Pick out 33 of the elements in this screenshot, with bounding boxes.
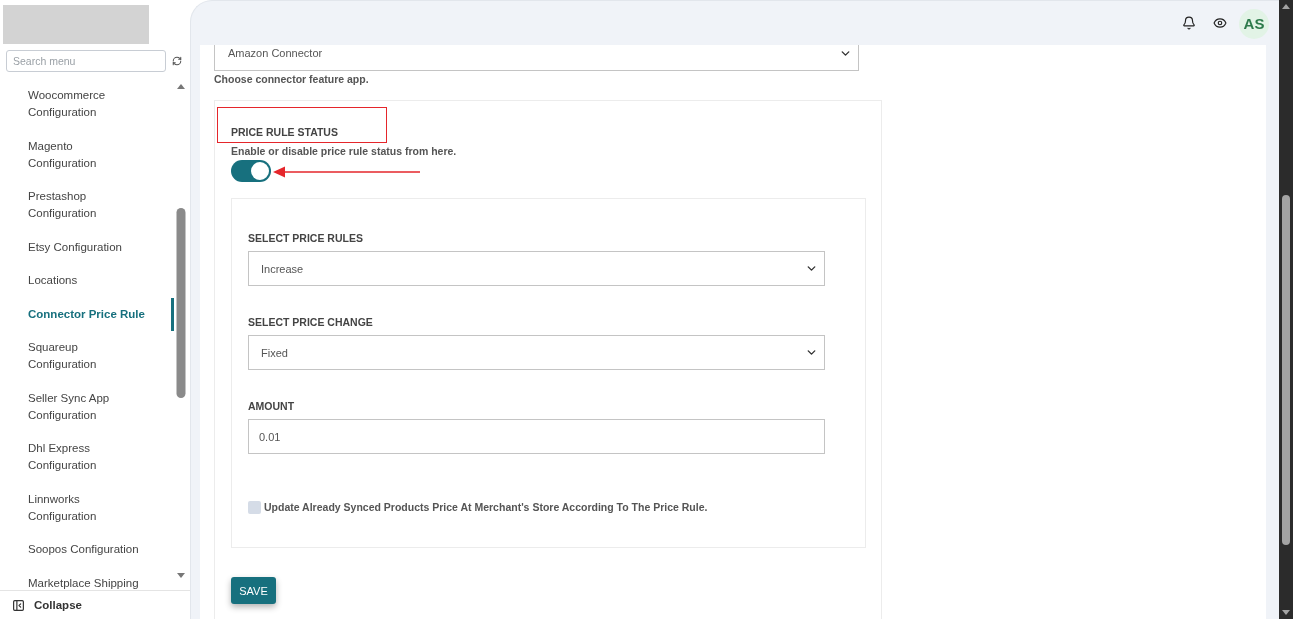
checkbox-label: Update Already Synced Products Price At Merchant's Store According To The Price Rule. [264,501,708,514]
sidebar-item[interactable]: Connector Price Rule [0,297,174,331]
save-button[interactable]: SAVE [231,577,276,604]
checkbox[interactable] [248,501,261,514]
connector-select[interactable]: Amazon Connector [214,45,859,71]
eye-icon[interactable] [1213,16,1227,30]
collapse-button[interactable]: Collapse [12,598,82,612]
field-label: SELECT PRICE RULES [248,232,363,244]
select-field[interactable]: Fixed [248,335,825,370]
section-title: PRICE RULE STATUS [231,126,338,138]
section-description: Enable or disable price rule status from here. [231,145,457,157]
sidebar-item[interactable]: Locations [0,264,174,298]
bell-icon[interactable] [1182,16,1196,30]
search-field[interactable]: Search menu [6,50,166,72]
sidebar-item[interactable]: Etsy Configuration [0,230,174,264]
field-hint: Choose connector feature app. [214,73,369,85]
panel-collapse-icon [12,598,25,612]
sidebar-item[interactable]: Soopos Configuration [0,533,174,567]
user-avatar[interactable]: AS [1239,8,1269,39]
field-label: AMOUNT [248,400,295,412]
sidebar-item[interactable]: Prestashop Configuration [0,180,174,231]
refresh-icon[interactable] [172,56,182,66]
sidebar-item[interactable]: Linnworks Configuration [0,482,174,533]
field-label: SELECT PRICE CHANGE [248,316,373,328]
sidebar-item[interactable]: Dhl Express Configuration [0,432,174,483]
sidebar-item[interactable]: Marketplace Shipping [0,566,174,590]
sidebar-item[interactable]: Seller Sync App Configuration [0,381,174,432]
select-field[interactable]: Increase [248,251,825,286]
amount-input[interactable]: 0.01 [248,419,825,454]
sidebar-item[interactable]: Magento Configuration [0,129,174,180]
toggle-switch[interactable] [231,160,271,182]
sidebar-item[interactable]: Woocommerce Configuration [0,79,174,130]
sidebar-item[interactable]: Squareup Configuration [0,331,174,382]
